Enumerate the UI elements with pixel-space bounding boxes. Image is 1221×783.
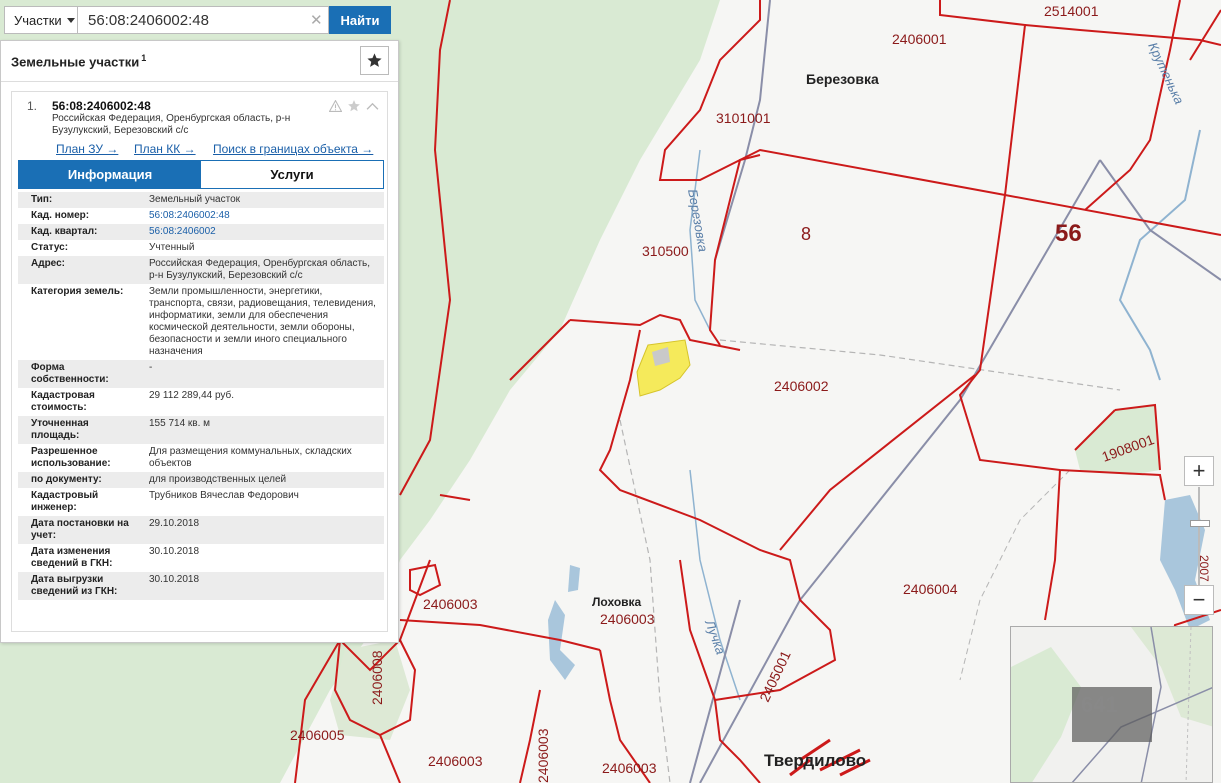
favorite-button[interactable] (360, 46, 389, 75)
table-row: Категория земель: Земли промышленности, э… (18, 284, 384, 360)
info-value: 29 112 289,44 руб. (149, 390, 235, 401)
info-key: Статус: (31, 242, 69, 253)
table-row: Уточненная площадь: 155 714 кв. м (18, 416, 384, 444)
zoom-in-button[interactable]: + (1184, 456, 1214, 486)
zoom-out-button[interactable]: − (1184, 585, 1214, 615)
info-value: 155 714 кв. м (142, 416, 384, 444)
parcel-label: 2406003 (428, 753, 483, 769)
parcel-label: 2406008 (369, 650, 385, 705)
table-row: Дата выгрузки сведений из ГКН: 30.10.2018 (18, 572, 384, 600)
info-value: 30.10.2018 (142, 572, 384, 600)
info-key: Дата постановки на учет: (18, 516, 142, 544)
place-label: Березовка (806, 71, 879, 87)
info-key: Уточненная площадь: (18, 416, 142, 444)
info-key: Форма собственности: (18, 360, 142, 388)
table-row: Кад. номер: 56:08:2406002:48 (18, 208, 384, 224)
search-type-label: Участки (14, 12, 62, 28)
table-row: по документу: для производственных целей (18, 472, 384, 488)
search-bar: Участки ✕ Найти (4, 6, 395, 34)
info-key: Адрес: (18, 256, 142, 284)
zoom-slider-track[interactable] (1198, 487, 1200, 585)
parcel-label: 2406002 (774, 378, 829, 394)
results-panel: Земельные участки 1 1. 56:08:2406002:48 Р… (0, 40, 399, 643)
chevron-down-icon (66, 17, 75, 23)
search-type-dropdown[interactable]: Участки (4, 6, 78, 34)
parcel-label: 2406003 (600, 611, 655, 627)
tab-services[interactable]: Услуги (201, 161, 383, 188)
card-tabs: Информация Услуги (18, 160, 384, 189)
parcel-label: 2406003 (423, 596, 478, 612)
close-icon[interactable]: ✕ (310, 11, 323, 29)
parcel-label: 310500 (642, 243, 689, 259)
plan-zu-link[interactable]: План ЗУ → (56, 142, 118, 156)
table-row: Тип: Земельный участок (18, 192, 384, 208)
info-key: Разрешенное использование: (31, 446, 111, 469)
info-value-link[interactable]: 56:08:2406002 (142, 224, 384, 240)
place-label: Твердилово (764, 751, 866, 770)
parcel-label: 2406005 (290, 727, 345, 743)
table-row: Дата изменения сведений в ГКН: 30.10.2018 (18, 544, 384, 572)
parcel-label: 3101001 (716, 110, 771, 126)
result-card[interactable]: 1. 56:08:2406002:48 Российская Федерация… (11, 91, 388, 632)
info-value: 30.10.2018 (149, 546, 200, 557)
place-label: Лоховка (592, 595, 642, 609)
tab-info[interactable]: Информация (19, 161, 201, 188)
info-value: Российская Федерация, Оренбургская облас… (142, 256, 384, 284)
star-icon (367, 53, 382, 67)
table-row: Разрешенное использование: Для размещения… (18, 444, 384, 472)
search-input[interactable] (78, 6, 329, 34)
table-row: Адрес: Российская Федерация, Оренбургская… (18, 256, 384, 284)
plan-kk-link[interactable]: План КК → (134, 142, 196, 156)
info-key: Дата изменения сведений в ГКН: (31, 546, 113, 569)
info-key: Кад. квартал: (18, 224, 142, 240)
info-value: Земельный участок (142, 192, 384, 208)
info-key: Кадастровая стоимость: (31, 390, 95, 413)
info-value: 29.10.2018 (142, 516, 384, 544)
info-value: Для размещения коммунальных, складских о… (149, 446, 352, 469)
parcel-label: 2514001 (1044, 3, 1099, 19)
info-key: Категория земель: (31, 286, 124, 297)
info-value: Учтенный (149, 242, 195, 253)
info-key: по документу: (18, 472, 142, 488)
panel-title: Земельные участки 1 (11, 52, 147, 70)
title-superscript: 1 (141, 52, 147, 63)
chevron-up-icon[interactable] (366, 101, 379, 111)
parcel-label: 2406003 (535, 728, 551, 783)
info-key: Тип: (18, 192, 142, 208)
table-row: Дата постановки на учет: 29.10.2018 (18, 516, 384, 544)
table-row: Кад. квартал: 56:08:2406002 (18, 224, 384, 240)
overview-minimap[interactable]: 641 (1010, 626, 1213, 783)
info-key: Кадастровый инженер: (31, 490, 99, 513)
overview-map-graphic: 641 (1011, 627, 1212, 782)
panel-header: Земельные участки 1 (1, 41, 398, 82)
result-cadastral-number[interactable]: 56:08:2406002:48 (52, 99, 151, 113)
info-value: для производственных целей (142, 472, 384, 488)
info-table: Тип: Земельный участок Кад. номер: 56:08:2… (18, 192, 384, 600)
info-key: Кад. номер: (31, 210, 90, 221)
result-address: Российская Федерация, Оренбургская облас… (52, 113, 291, 136)
parcel-label: 56 (1055, 220, 1082, 247)
parcel-label: 8 (801, 224, 811, 244)
info-value: Трубников Вячеслав Федорович (149, 490, 299, 501)
info-value-link[interactable]: 56:08:2406002:48 (142, 208, 384, 224)
search-button[interactable]: Найти (329, 6, 391, 34)
star-icon[interactable] (347, 99, 361, 113)
table-row: Статус: Учтенный (18, 240, 384, 256)
table-row: Кадастровая стоимость: 29 112 289,44 руб. (18, 388, 384, 416)
result-number: 1. (27, 99, 38, 113)
info-key: Дата выгрузки сведений из ГКН: (18, 572, 142, 600)
overview-label: 641 (1081, 692, 1118, 717)
parcel-label: 2406003 (602, 760, 657, 776)
parcel-label: 2406004 (903, 581, 958, 597)
search-within-object-link[interactable]: Поиск в границах объекта → (213, 142, 373, 156)
table-row: Форма собственности: - (18, 360, 384, 388)
card-actions (329, 99, 379, 113)
warning-icon[interactable] (329, 100, 342, 112)
info-value: - (142, 360, 384, 388)
parcel-label: 2406001 (892, 31, 947, 47)
zoom-slider-handle[interactable] (1190, 520, 1210, 527)
table-row: Кадастровый инженер: Трубников Вячеслав Ф… (18, 488, 384, 516)
info-value: Земли промышленности, энергетики, трансп… (149, 286, 376, 357)
